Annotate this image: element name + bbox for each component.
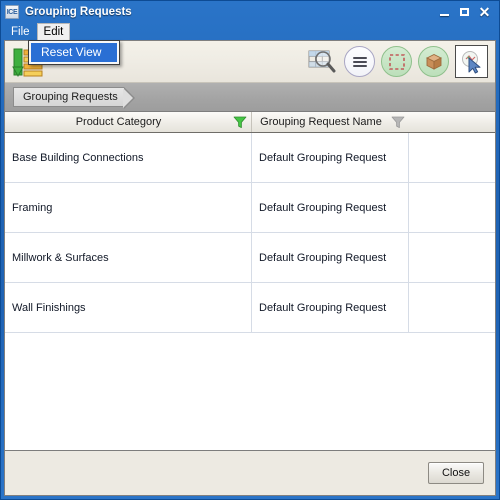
breadcrumb-item-grouping-requests[interactable]: Grouping Requests [13, 87, 135, 109]
breadcrumb: Grouping Requests [5, 83, 495, 112]
application-window: ICE Grouping Requests ✕ File Edit Reset … [0, 0, 500, 500]
client-area: Grouping Requests Product Category Group… [4, 40, 496, 496]
zoom-to-grid-icon[interactable] [306, 46, 338, 78]
breadcrumb-item-label: Grouping Requests [23, 91, 118, 103]
window-controls: ✕ [435, 4, 497, 20]
cell-product-category: Millwork & Surfaces [5, 233, 252, 282]
cell-grouping-request-name: Default Grouping Request [252, 283, 409, 332]
table-row[interactable]: Millwork & Surfaces Default Grouping Req… [5, 233, 495, 283]
cell-grouping-request-name: Default Grouping Request [252, 183, 409, 232]
close-icon[interactable]: ✕ [475, 4, 494, 20]
grid-body: Base Building Connections Default Groupi… [5, 133, 495, 450]
title-bar[interactable]: ICE Grouping Requests ✕ [1, 1, 499, 23]
column-header-product-category[interactable]: Product Category [5, 112, 252, 132]
table-row[interactable]: Wall Finishings Default Grouping Request [5, 283, 495, 333]
box-volume-icon[interactable] [418, 46, 449, 77]
pointer-select-icon[interactable] [455, 45, 488, 78]
minimize-icon[interactable] [435, 4, 454, 20]
column-header-label: Grouping Request Name [260, 116, 382, 128]
menu-item-file[interactable]: File [4, 23, 37, 40]
menu-item-edit[interactable]: Edit [36, 23, 71, 40]
menu-bar: File Edit Reset View [1, 23, 499, 65]
window-title: Grouping Requests [25, 6, 132, 18]
cell-product-category: Wall Finishings [5, 283, 252, 332]
data-grid: Product Category Grouping Request Name B… [5, 112, 495, 451]
maximize-icon[interactable] [455, 4, 474, 20]
menu-option-reset-view[interactable]: Reset View [31, 43, 118, 62]
cell-product-category: Base Building Connections [5, 133, 252, 182]
cell-grouping-request-name: Default Grouping Request [252, 133, 409, 182]
table-row[interactable]: Framing Default Grouping Request [5, 183, 495, 233]
table-row[interactable]: Base Building Connections Default Groupi… [5, 133, 495, 183]
footer-bar: Close [5, 451, 495, 495]
toolbar-buttons [306, 45, 490, 78]
grid-header-row: Product Category Grouping Request Name [5, 112, 495, 133]
marquee-select-icon[interactable] [381, 46, 412, 77]
edit-menu-dropdown: Reset View [28, 40, 121, 65]
column-header-label: Product Category [75, 116, 162, 128]
grid-empty-area [5, 333, 495, 450]
column-header-grouping-request-name[interactable]: Grouping Request Name [252, 112, 409, 132]
app-icon: ICE [5, 5, 19, 19]
funnel-icon[interactable] [232, 115, 248, 129]
close-button[interactable]: Close [428, 462, 484, 484]
list-menu-icon[interactable] [344, 46, 375, 77]
cell-grouping-request-name: Default Grouping Request [252, 233, 409, 282]
funnel-icon[interactable] [390, 115, 406, 129]
cell-product-category: Framing [5, 183, 252, 232]
